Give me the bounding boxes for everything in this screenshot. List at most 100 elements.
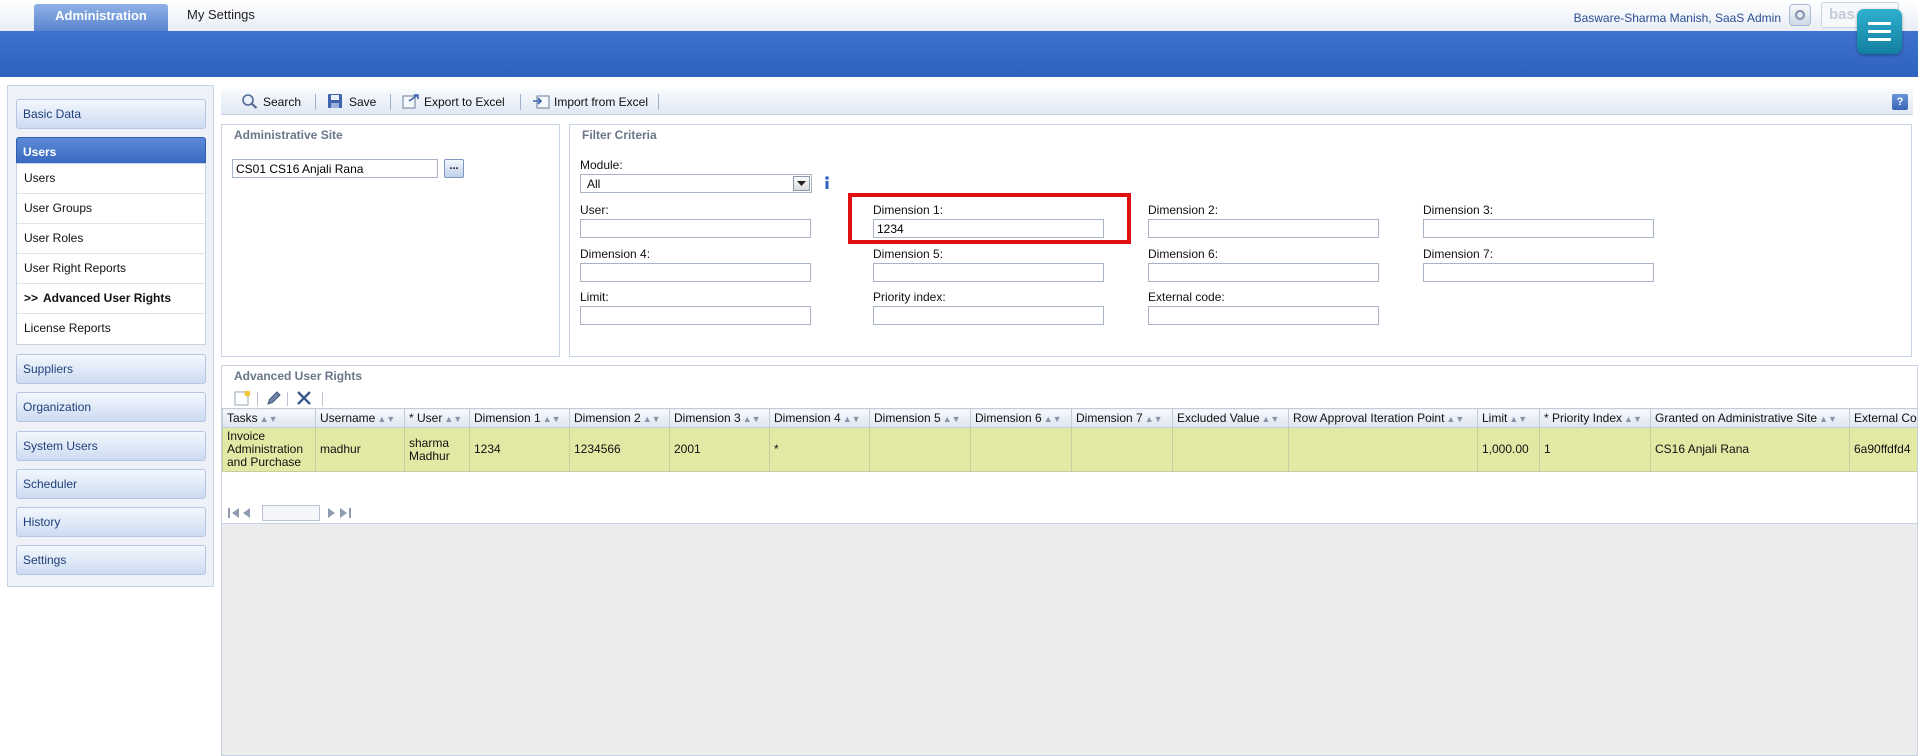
nav-system-users[interactable]: System Users bbox=[16, 431, 206, 461]
previous-page-icon[interactable] bbox=[242, 506, 252, 520]
nav-suppliers[interactable]: Suppliers bbox=[16, 354, 206, 384]
column-header[interactable]: External Code▲▼ bbox=[1849, 408, 1917, 428]
power-icon bbox=[1795, 10, 1805, 20]
column-header[interactable]: Excluded Value ▲▼ bbox=[1172, 408, 1289, 428]
tab-administration[interactable]: Administration bbox=[34, 4, 168, 31]
dimension-7-input[interactable] bbox=[1423, 263, 1654, 282]
tab-my-settings[interactable]: My Settings bbox=[187, 6, 255, 24]
cell-row-approval-iteration-point bbox=[1288, 427, 1478, 472]
advanced-user-rights-table: Tasks ▲▼ Username ▲▼ * User ▲▼ Dimension 1 ▲… bbox=[222, 408, 1917, 472]
current-user-label: Basware-Sharma Manish, SaaS Admin bbox=[1573, 11, 1781, 25]
cell-priority-index: 1 bbox=[1539, 427, 1651, 472]
import-from-excel-button[interactable]: Import from Excel bbox=[532, 93, 648, 111]
module-field-group: Module: All bbox=[580, 158, 812, 193]
dimension-6-input[interactable] bbox=[1148, 263, 1379, 282]
delete-icon[interactable] bbox=[296, 390, 312, 406]
current-marker-icon: >> bbox=[24, 291, 39, 305]
cell-excluded-value bbox=[1172, 427, 1289, 472]
info-icon[interactable] bbox=[822, 176, 832, 190]
edit-icon[interactable] bbox=[266, 390, 282, 406]
cell-tasks: Invoice Administration and Purchase bbox=[222, 427, 316, 472]
nav-scheduler[interactable]: Scheduler bbox=[16, 469, 206, 499]
cell-dimension-1: 1234 bbox=[469, 427, 570, 472]
dimension-3-input[interactable] bbox=[1423, 219, 1654, 238]
chevron-down-icon bbox=[793, 176, 810, 191]
cell-user: sharma Madhur bbox=[404, 427, 470, 472]
external-code-input[interactable] bbox=[1148, 306, 1379, 325]
column-header[interactable]: Dimension 4 ▲▼ bbox=[769, 408, 870, 428]
column-header[interactable]: Dimension 1 ▲▼ bbox=[469, 408, 570, 428]
column-header[interactable]: Dimension 6 ▲▼ bbox=[970, 408, 1072, 428]
column-header[interactable]: Dimension 2 ▲▼ bbox=[569, 408, 670, 428]
last-page-icon[interactable] bbox=[338, 506, 352, 520]
dimension-5-field-group: Dimension 5: bbox=[873, 247, 1104, 282]
subnav-advanced-user-rights[interactable]: >> Advanced User Rights bbox=[17, 284, 205, 314]
column-header[interactable]: Dimension 5 ▲▼ bbox=[869, 408, 971, 428]
subnav-user-groups[interactable]: User Groups bbox=[17, 194, 205, 224]
search-button[interactable]: Search bbox=[241, 93, 301, 111]
dimension-2-label: Dimension 2: bbox=[1148, 203, 1219, 217]
panel-title: Advanced User Rights bbox=[222, 366, 1917, 388]
search-icon bbox=[241, 93, 259, 109]
nav-organization[interactable]: Organization bbox=[16, 392, 206, 422]
subnav-license-reports[interactable]: License Reports bbox=[17, 314, 205, 344]
administrative-site-field[interactable] bbox=[232, 159, 438, 178]
module-select[interactable]: All bbox=[580, 174, 812, 193]
nav-basic-data[interactable]: Basic Data bbox=[16, 99, 206, 129]
dimension-6-label: Dimension 6: bbox=[1148, 247, 1219, 261]
priority-index-input[interactable] bbox=[873, 306, 1104, 325]
dimension-2-field-group: Dimension 2: bbox=[1148, 203, 1379, 238]
column-header[interactable]: Dimension 3 ▲▼ bbox=[669, 408, 770, 428]
dimension-7-field-group: Dimension 7: bbox=[1423, 247, 1654, 282]
column-header[interactable]: * Priority Index ▲▼ bbox=[1539, 408, 1651, 428]
cell-username: madhur bbox=[315, 427, 405, 472]
dimension-3-field-group: Dimension 3: bbox=[1423, 203, 1654, 238]
column-header[interactable]: * User ▲▼ bbox=[404, 408, 470, 428]
table-header-row: Tasks ▲▼ Username ▲▼ * User ▲▼ Dimension 1 ▲… bbox=[222, 408, 1917, 428]
header-band bbox=[0, 31, 1918, 77]
new-row-icon[interactable] bbox=[234, 390, 251, 406]
user-label: User: bbox=[580, 203, 609, 217]
help-button[interactable]: ? bbox=[1892, 94, 1908, 110]
cell-dimension-3: 2001 bbox=[669, 427, 770, 472]
dimension-2-input[interactable] bbox=[1148, 219, 1379, 238]
dimension-4-input[interactable] bbox=[580, 263, 811, 282]
page-number-input[interactable] bbox=[262, 505, 320, 521]
column-header[interactable]: Row Approval Iteration Point ▲▼ bbox=[1288, 408, 1478, 428]
module-value: All bbox=[587, 177, 601, 191]
users-submenu: Users User Groups User Roles User Right … bbox=[16, 163, 206, 345]
export-icon bbox=[402, 93, 420, 109]
nav-history[interactable]: History bbox=[16, 507, 206, 537]
column-header[interactable]: Tasks ▲▼ bbox=[222, 408, 316, 428]
hamburger-icon bbox=[1868, 22, 1891, 25]
user-input[interactable] bbox=[580, 219, 811, 238]
browse-site-button[interactable]: ... bbox=[444, 159, 464, 178]
save-button[interactable]: Save bbox=[327, 93, 376, 111]
subnav-user-roles[interactable]: User Roles bbox=[17, 224, 205, 254]
cell-dimension-2: 1234566 bbox=[569, 427, 670, 472]
table-row[interactable]: Invoice Administration and Purchase madh… bbox=[222, 427, 1917, 472]
column-header[interactable]: Granted on Administrative Site ▲▼ bbox=[1650, 408, 1850, 428]
column-header[interactable]: Limit ▲▼ bbox=[1477, 408, 1540, 428]
logout-button[interactable] bbox=[1789, 4, 1811, 26]
dimension-5-input[interactable] bbox=[873, 263, 1104, 282]
column-header[interactable]: Username ▲▼ bbox=[315, 408, 405, 428]
limit-input[interactable] bbox=[580, 306, 811, 325]
module-label: Module: bbox=[580, 158, 623, 172]
subnav-users[interactable]: Users bbox=[17, 164, 205, 194]
priority-index-label: Priority index: bbox=[873, 290, 946, 304]
import-icon bbox=[532, 93, 550, 109]
menu-button[interactable] bbox=[1857, 9, 1902, 54]
administrative-site-panel: Administrative Site ... bbox=[221, 124, 560, 357]
user-field-group: User: bbox=[580, 203, 811, 238]
panel-title: Filter Criteria bbox=[582, 128, 657, 142]
column-header[interactable]: Dimension 7 ▲▼ bbox=[1071, 408, 1173, 428]
first-page-icon[interactable] bbox=[227, 506, 241, 520]
dimension-3-label: Dimension 3: bbox=[1423, 203, 1494, 217]
export-to-excel-button[interactable]: Export to Excel bbox=[402, 93, 505, 111]
main-toolbar: Search Save Export to Excel Import from … bbox=[221, 89, 1913, 115]
subnav-user-right-reports[interactable]: User Right Reports bbox=[17, 254, 205, 284]
next-page-icon[interactable] bbox=[326, 506, 336, 520]
cell-dimension-7 bbox=[1071, 427, 1173, 472]
nav-settings[interactable]: Settings bbox=[16, 545, 206, 575]
